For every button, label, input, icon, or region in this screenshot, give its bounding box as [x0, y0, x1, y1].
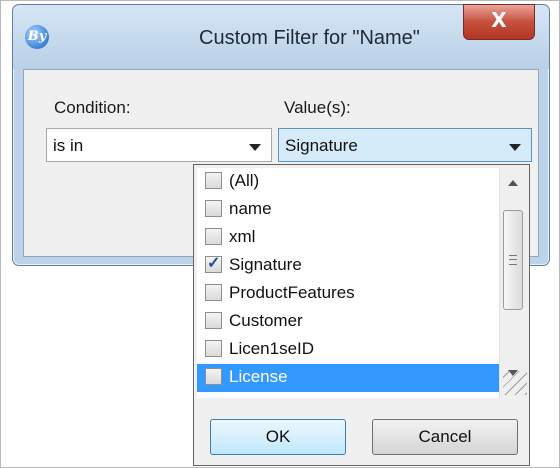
list-item-label: License — [229, 367, 288, 386]
checkbox[interactable] — [205, 172, 222, 189]
values-checklist: (All) name xml ✓ Signature ProductFeatur… — [197, 168, 499, 398]
list-item[interactable]: name — [197, 196, 499, 224]
list-item-label: ProductFeatures — [229, 283, 355, 302]
checkbox[interactable] — [205, 200, 222, 217]
close-button[interactable]: X — [463, 4, 535, 40]
list-item-label: (All) — [229, 171, 260, 190]
list-item-label: xml — [229, 227, 256, 246]
list-item[interactable]: xml — [197, 224, 499, 252]
checkbox[interactable] — [205, 312, 222, 329]
grip-icon — [509, 255, 517, 265]
list-item[interactable]: (All) — [197, 168, 499, 196]
chevron-down-icon — [509, 144, 521, 151]
checkbox-checked[interactable]: ✓ — [205, 255, 222, 273]
scrollbar-thumb[interactable] — [503, 210, 523, 310]
cancel-button[interactable]: Cancel — [372, 419, 518, 455]
values-selected-value: Signature — [285, 136, 358, 155]
checkmark-icon: ✓ — [207, 255, 221, 272]
app-logo-icon: By — [25, 25, 49, 49]
checkbox[interactable] — [205, 228, 222, 245]
chevron-down-icon — [249, 144, 261, 151]
checkbox[interactable] — [205, 284, 222, 301]
values-label: Value(s): — [284, 98, 351, 117]
list-item-label: Licen1seID — [229, 339, 315, 358]
list-item[interactable]: Licen1seID — [197, 336, 499, 364]
checkbox[interactable] — [205, 368, 222, 385]
scroll-up-arrow-icon[interactable] — [508, 180, 518, 186]
list-item-label: name — [229, 199, 272, 218]
vertical-scrollbar[interactable] — [499, 168, 527, 398]
list-item-label: Customer — [229, 311, 303, 330]
dialog-title: Custom Filter for "Name" — [199, 27, 420, 49]
condition-label: Condition: — [54, 98, 131, 117]
list-item-label: Signature — [229, 255, 302, 274]
ok-button[interactable]: OK — [210, 419, 346, 455]
list-item[interactable]: ProductFeatures — [197, 280, 499, 308]
checkbox[interactable] — [205, 340, 222, 357]
list-item[interactable]: ✓ Signature — [197, 252, 499, 280]
values-dropdown[interactable]: Signature — [278, 128, 532, 162]
resize-grip-icon[interactable] — [503, 371, 527, 395]
list-item[interactable]: Customer — [197, 308, 499, 336]
list-item-highlighted[interactable]: License — [197, 364, 499, 392]
title-bar[interactable]: By Custom Filter for "Name" X — [13, 4, 549, 69]
close-icon: X — [491, 8, 507, 32]
condition-selected-value: is in — [53, 136, 84, 155]
values-dropdown-popup: (All) name xml ✓ Signature ProductFeatur… — [193, 164, 530, 466]
condition-dropdown[interactable]: is in — [46, 128, 272, 162]
